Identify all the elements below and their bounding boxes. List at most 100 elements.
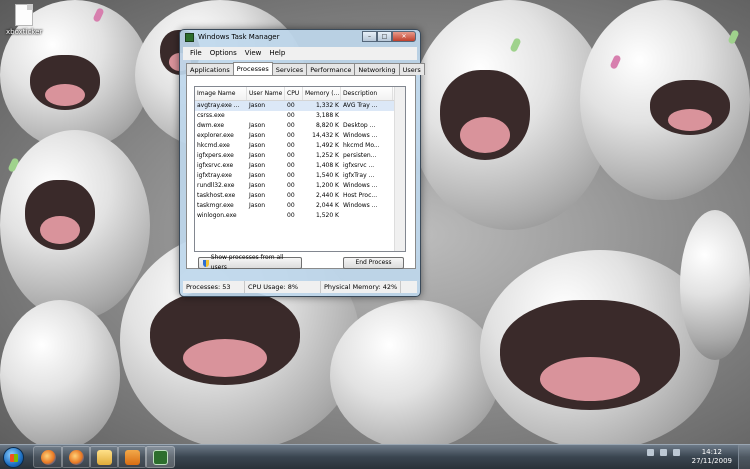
cell-cpu: 00 (287, 202, 295, 209)
cell-image-name: igfxsrvc.exe (197, 162, 234, 169)
menu-view[interactable]: View (241, 47, 266, 60)
menu-options[interactable]: Options (206, 47, 241, 60)
table-row[interactable]: igfxtray.exe Jason 00 1,540 K igfxTray .… (195, 171, 405, 181)
end-process-button[interactable]: End Process (343, 257, 404, 269)
cell-image-name: igfxpers.exe (197, 152, 234, 159)
cell-image-name: winlogon.exe (197, 212, 237, 219)
title-bar[interactable]: Windows Task Manager – □ ✕ (180, 30, 420, 46)
menu-bar: File Options View Help (183, 47, 417, 60)
cell-image-name: hkcmd.exe (197, 142, 230, 149)
cell-description: Windows ... (343, 182, 378, 189)
media-player-icon (125, 450, 140, 465)
tab-applications[interactable]: Applications (186, 63, 234, 75)
tab-networking[interactable]: Networking (354, 63, 400, 75)
internet-explorer-icon (41, 450, 56, 465)
tab-services[interactable]: Services (271, 63, 308, 75)
cell-memory: 14,432 K (312, 132, 339, 139)
cell-cpu: 00 (287, 102, 295, 109)
table-row[interactable]: taskhost.exe Jason 00 2,440 K Host Proc.… (195, 191, 405, 201)
wallpaper-mouth (440, 70, 530, 160)
cell-image-name: csrss.exe (197, 112, 225, 119)
status-bar: Processes: 53 CPU Usage: 8% Physical Mem… (183, 281, 417, 293)
cell-memory: 1,520 K (315, 212, 339, 219)
table-row[interactable]: rundll32.exe Jason 00 1,200 K Windows ..… (195, 181, 405, 191)
volume-icon[interactable] (673, 449, 680, 456)
taskbar-task-manager[interactable] (145, 446, 175, 468)
cell-cpu: 00 (287, 212, 295, 219)
task-manager-window: Windows Task Manager – □ ✕ File Options … (179, 29, 425, 297)
cell-memory: 2,044 K (315, 202, 339, 209)
network-icon[interactable] (660, 449, 667, 456)
column-description[interactable]: Description (341, 87, 393, 100)
cell-description: Windows ... (343, 132, 378, 139)
taskbar-media-player[interactable] (117, 446, 147, 468)
cell-user-name: Jason (249, 202, 266, 209)
table-row[interactable]: dwm.exe Jason 00 8,820 K Desktop ... (195, 121, 405, 131)
process-list[interactable]: Image Name User Name CPU Memory (... Des… (194, 86, 406, 252)
taskbar-internet-explorer[interactable] (33, 446, 63, 468)
wallpaper-figure (680, 210, 750, 360)
show-desktop-button[interactable] (738, 445, 750, 469)
cell-description: Desktop ... (343, 122, 376, 129)
wallpaper-eye (727, 29, 740, 45)
vertical-scrollbar[interactable] (394, 87, 405, 251)
cell-description (341, 211, 393, 221)
menu-help[interactable]: Help (265, 47, 289, 60)
cell-image-name: taskhost.exe (197, 192, 236, 199)
column-memory[interactable]: Memory (... (303, 87, 341, 100)
column-cpu[interactable]: CPU (285, 87, 303, 100)
cell-image-name: igfxtray.exe (197, 172, 232, 179)
close-button[interactable]: ✕ (392, 31, 416, 42)
maximize-button[interactable]: □ (377, 31, 392, 42)
process-list-header: Image Name User Name CPU Memory (... Des… (195, 87, 405, 101)
column-image-name[interactable]: Image Name (195, 87, 247, 100)
document-icon (15, 4, 33, 26)
minimize-button[interactable]: – (362, 31, 377, 42)
cell-user-name (247, 211, 285, 221)
table-row[interactable]: igfxpers.exe Jason 00 1,252 K persisten.… (195, 151, 405, 161)
column-user-name[interactable]: User Name (247, 87, 285, 100)
cell-memory: 1,332 K (315, 102, 339, 109)
cell-memory: 1,492 K (315, 142, 339, 149)
cell-cpu: 00 (287, 112, 295, 119)
wallpaper-mouth (30, 55, 100, 110)
tray-arrow-icon[interactable] (647, 449, 654, 456)
tab-users[interactable]: Users (398, 63, 425, 75)
table-row[interactable]: hkcmd.exe Jason 00 1,492 K hkcmd Mo... (195, 141, 405, 151)
table-row[interactable]: csrss.exe 00 3,188 K (195, 111, 405, 121)
cell-description: persisten... (343, 152, 377, 159)
cell-memory: 2,440 K (315, 192, 339, 199)
wallpaper-mouth (150, 290, 300, 385)
table-row[interactable]: explorer.exe Jason 00 14,432 K Windows .… (195, 131, 405, 141)
cell-cpu: 00 (287, 162, 295, 169)
cell-description: igfxsrvc ... (343, 162, 375, 169)
cell-user-name: Jason (249, 182, 266, 189)
show-all-processes-button[interactable]: Show processes from all users (198, 254, 302, 271)
show-all-processes-label: Show processes from all users (210, 254, 284, 271)
table-row[interactable]: avgtray.exe ... Jason 00 1,332 K AVG Tra… (195, 101, 405, 111)
menu-file[interactable]: File (186, 47, 206, 60)
wallpaper-figure (330, 300, 500, 450)
table-row[interactable]: igfxsrvc.exe Jason 00 1,408 K igfxsrvc .… (195, 161, 405, 171)
table-row[interactable]: winlogon.exe 00 1,520 K (195, 211, 405, 221)
cell-user-name (247, 111, 285, 121)
tab-performance[interactable]: Performance (306, 63, 356, 75)
cell-cpu: 00 (287, 142, 295, 149)
clock[interactable]: 14:12 27/11/2009 (692, 448, 732, 466)
tab-strip: Applications Processes Services Performa… (186, 62, 425, 75)
cell-cpu: 00 (287, 122, 295, 129)
desktop-file-icon[interactable]: xboxticker (6, 4, 42, 36)
cell-image-name: taskmgr.exe (197, 202, 234, 209)
cell-user-name: Jason (249, 162, 266, 169)
tab-processes[interactable]: Processes (232, 62, 273, 75)
clock-time: 14:12 (701, 448, 722, 456)
cell-user-name: Jason (249, 172, 266, 179)
cell-description: hkcmd Mo... (343, 142, 380, 149)
cell-memory: 1,408 K (315, 162, 339, 169)
cell-description: igfxTray ... (343, 172, 375, 179)
start-button[interactable] (3, 447, 24, 468)
cell-description: Host Proc... (343, 192, 378, 199)
taskbar-explorer[interactable] (89, 446, 119, 468)
taskbar-firefox[interactable] (61, 446, 91, 468)
table-row[interactable]: taskmgr.exe Jason 00 2,044 K Windows ... (195, 201, 405, 211)
